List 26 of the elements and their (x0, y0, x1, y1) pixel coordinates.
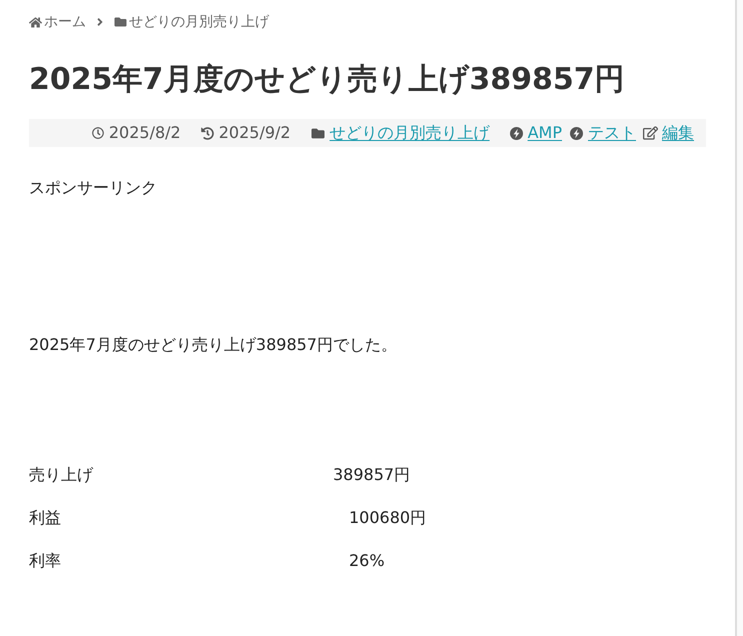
published-date: 2025/8/2 (108, 122, 181, 144)
tag-link[interactable]: テスト (588, 121, 636, 145)
clock-icon (92, 127, 104, 139)
row-label: 売り上げ (29, 464, 94, 486)
sponsor-label: スポンサーリンク (29, 177, 158, 199)
row-value: 100680円 (348, 507, 426, 529)
bolt-icon (570, 126, 583, 140)
folder-icon (310, 126, 325, 140)
row-label: 利率 (29, 550, 62, 572)
breadcrumb-link[interactable]: せどりの月別売り上げ (129, 12, 269, 32)
home-icon (29, 16, 42, 28)
row-value: 389857円 (333, 464, 410, 486)
edit-link[interactable]: 編集 (662, 121, 694, 145)
body-text: 2025年7月度のせどり売り上げ389857円でした。 (29, 334, 398, 356)
history-icon (200, 126, 214, 140)
edit-icon (643, 126, 658, 140)
bolt-icon (510, 126, 523, 140)
tag-link[interactable]: AMP (528, 121, 562, 145)
breadcrumb-link[interactable]: ホーム (44, 12, 86, 32)
article-title: 2025年7月度のせどり売り上げ389857円 (29, 61, 626, 99)
row-value: 26% (348, 550, 385, 572)
chevron-icon (96, 16, 104, 28)
category-link[interactable]: せどりの月別売り上げ (330, 121, 490, 145)
updated-date: 2025/9/2 (218, 122, 291, 144)
row-label: 利益 (29, 507, 62, 529)
folder-icon (114, 16, 127, 28)
